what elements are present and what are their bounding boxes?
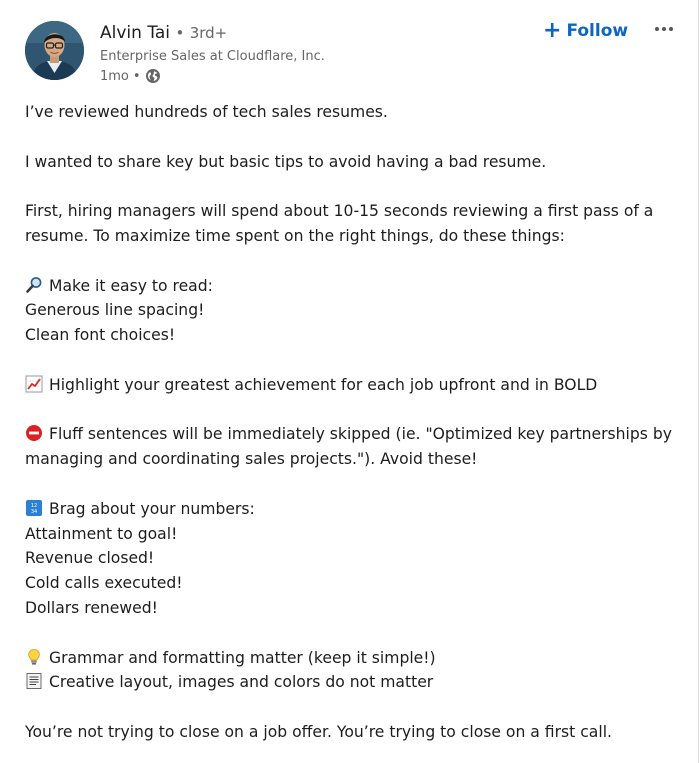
post-card: Alvin Tai • 3rd+ Enterprise Sales at Clo…	[0, 0, 699, 763]
tip-5-line: Grammar and formatting matter (keep it s…	[25, 646, 685, 671]
post-meta: 1mo •	[100, 68, 161, 84]
ellipsis-dot	[669, 27, 673, 31]
tip-4-item-4: Dollars renewed!	[25, 598, 158, 617]
tip-4-title-line: 12 34 Brag about your numbers:	[25, 497, 685, 522]
post-time: 1mo	[100, 68, 129, 84]
author-name-line: Alvin Tai • 3rd+	[100, 23, 227, 43]
tip-1-item-1: Generous line spacing!	[25, 301, 205, 320]
author-headline: Enterprise Sales at Cloudflare, Inc.	[100, 49, 325, 64]
tip-1-title-line: Make it easy to read:	[25, 274, 685, 299]
input-numbers-icon: 12 34	[25, 499, 43, 517]
avatar-photo	[25, 21, 84, 80]
page-facing-up-icon	[25, 672, 43, 690]
follow-button[interactable]: + Follow	[543, 18, 628, 44]
ellipsis-dot	[655, 27, 659, 31]
tip-6-line: Creative layout, images and colors do no…	[25, 670, 685, 695]
post-line-first-1: First, hiring managers will spend about …	[25, 202, 654, 221]
tip-5-text: Grammar and formatting matter (keep it s…	[49, 648, 436, 667]
more-options-button[interactable]	[652, 22, 676, 36]
author-avatar[interactable]	[25, 21, 84, 80]
post-body: I’ve reviewed hundreds of tech sales res…	[25, 100, 685, 745]
tip-4-item-2: Revenue closed!	[25, 549, 155, 568]
post-line-first-2: resume. To maximize time spent on the ri…	[25, 226, 565, 245]
author-name[interactable]: Alvin Tai	[100, 23, 170, 43]
meta-separator: •	[132, 68, 141, 84]
tip-6-text: Creative layout, images and colors do no…	[49, 673, 434, 692]
post-line-purpose: I wanted to share key but basic tips to …	[25, 152, 547, 171]
name-separator: •	[175, 24, 185, 42]
no-entry-icon	[25, 424, 43, 442]
follow-label: Follow	[566, 21, 629, 41]
plus-icon: +	[543, 18, 562, 43]
tip-3-line-2: managing and coordinating sales projects…	[25, 450, 478, 469]
tip-4-item-1: Attainment to goal!	[25, 524, 178, 543]
chart-increasing-icon	[25, 375, 43, 393]
magnifying-glass-icon	[25, 276, 43, 294]
tip-2-text: Highlight your greatest achievement for …	[49, 375, 598, 394]
light-bulb-icon	[25, 648, 43, 666]
tip-4-title: Brag about your numbers:	[49, 499, 255, 518]
svg-text:34: 34	[31, 509, 37, 515]
tip-3-line-1: Fluff sentences will be immediately skip…	[25, 422, 685, 447]
ellipsis-dot	[662, 27, 666, 31]
tip-1-title: Make it easy to read:	[49, 276, 213, 295]
globe-icon	[145, 68, 161, 84]
post-line-closing: You’re not trying to close on a job offe…	[25, 722, 612, 741]
post-line-intro: I’ve reviewed hundreds of tech sales res…	[25, 103, 388, 121]
tip-2-line: Highlight your greatest achievement for …	[25, 373, 685, 398]
tip-4-item-3: Cold calls executed!	[25, 574, 183, 593]
tip-3-text-1: Fluff sentences will be immediately skip…	[49, 425, 672, 444]
tip-1-item-2: Clean font choices!	[25, 326, 176, 345]
connection-degree: 3rd+	[189, 24, 228, 42]
